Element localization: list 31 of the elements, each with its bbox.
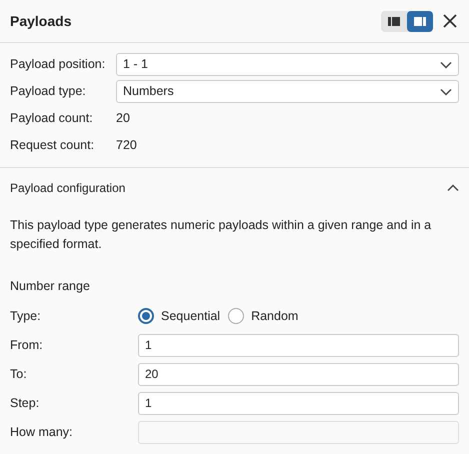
- field-value: 20: [116, 110, 130, 128]
- close-button[interactable]: [441, 12, 459, 30]
- field-label: Request count:: [10, 137, 96, 154]
- field-label: Payload type:: [10, 83, 87, 100]
- chevron-down-icon: [440, 88, 452, 96]
- field-label: From:: [10, 336, 44, 354]
- field-label: How many:: [10, 424, 74, 441]
- subsection-title: Number range: [9, 278, 91, 295]
- field-label: Type:: [10, 308, 42, 325]
- input-field[interactable]: 20: [138, 362, 459, 386]
- radio-label[interactable]: Sequential: [161, 306, 220, 326]
- field-label: Payload position:: [10, 56, 106, 74]
- field-label: Payload count:: [10, 110, 94, 128]
- dropdown[interactable]: 1 - 1: [116, 53, 459, 76]
- panel-layout-icon: [413, 16, 427, 26]
- dropdown[interactable]: Numbers: [116, 80, 459, 103]
- field-label: To:: [10, 366, 28, 383]
- field-value: 720: [116, 137, 137, 154]
- chevron-down-icon: [440, 60, 452, 68]
- layout-toggle-button[interactable]: [407, 10, 433, 32]
- section-header[interactable]: Payload configuration: [0, 168, 469, 208]
- description-text: This payload type generates numeric payloads within a given range and in a specified format.: [9, 217, 432, 253]
- radio-button[interactable]: [138, 308, 154, 324]
- radio-button[interactable]: [228, 308, 244, 324]
- panel-layout-icon: [387, 16, 401, 26]
- radio-label[interactable]: Random: [251, 306, 298, 326]
- field-label: Step:: [10, 394, 40, 412]
- panel-title: Payloads: [10, 12, 72, 31]
- input-field[interactable]: 1: [138, 392, 459, 415]
- input-field[interactable]: 1: [138, 334, 459, 357]
- close-icon: [441, 12, 459, 30]
